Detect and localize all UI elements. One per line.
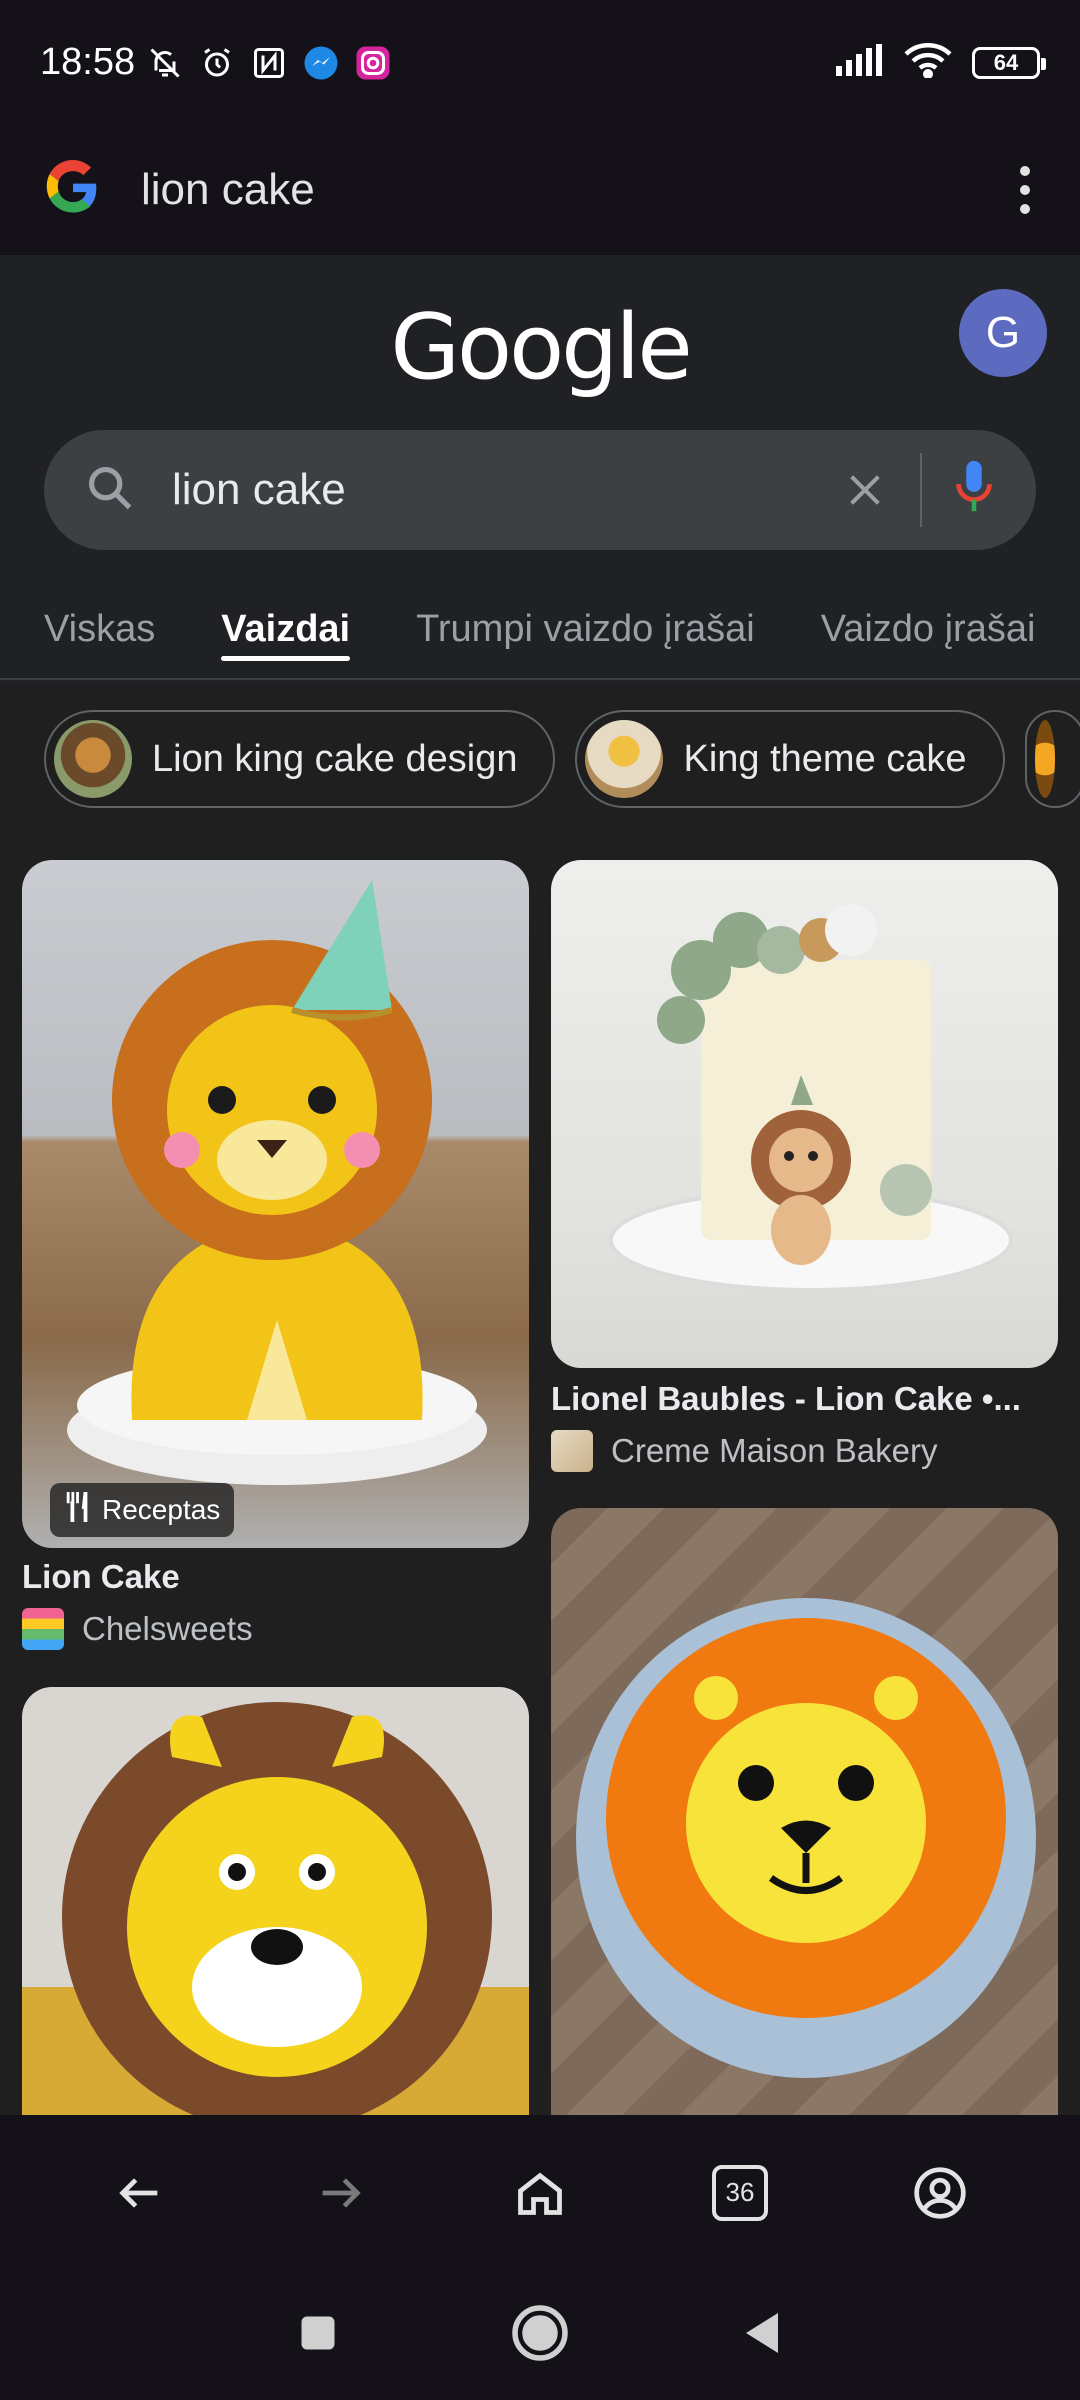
- orange-lion-illustration: [576, 1598, 1036, 2078]
- back-icon[interactable]: [100, 2153, 180, 2233]
- related-chips: Lion king cake design King theme cake: [44, 710, 1080, 810]
- fork-knife-icon: [64, 1491, 92, 1529]
- google-g-icon: [45, 159, 101, 221]
- result-title[interactable]: Lionel Baubles - Lion Cake •...: [551, 1380, 1061, 1418]
- brown-lion-illustration: [22, 1702, 529, 2115]
- google-header: Google G: [0, 255, 1080, 425]
- search-input[interactable]: lion cake: [44, 430, 1036, 550]
- result-image-brown-lion-cake[interactable]: [22, 1687, 529, 2115]
- result-title[interactable]: Lion Cake: [22, 1558, 529, 1596]
- result-source-name: Creme Maison Bakery: [611, 1432, 938, 1469]
- microphone-icon[interactable]: [952, 459, 996, 522]
- account-avatar[interactable]: G: [959, 289, 1047, 377]
- home-circle-icon[interactable]: [510, 2303, 570, 2368]
- chip-label: King theme cake: [683, 737, 967, 780]
- tab-count: 36: [712, 2164, 768, 2221]
- chip-thumbnail: [585, 720, 664, 798]
- chip-king-theme-cake[interactable]: King theme cake: [575, 710, 1005, 808]
- search-icon: [84, 462, 136, 519]
- messenger-icon: [303, 45, 339, 81]
- forward-icon[interactable]: [300, 2153, 380, 2233]
- home-icon[interactable]: [500, 2153, 580, 2233]
- result-source[interactable]: Creme Maison Bakery: [551, 1430, 937, 1472]
- search-query[interactable]: lion cake: [172, 465, 346, 515]
- tab-switcher-button[interactable]: 36: [700, 2153, 780, 2233]
- lion-cake-illustration: [67, 880, 487, 1485]
- battery-indicator: 64: [972, 46, 1046, 79]
- url-query-text: lion cake: [141, 165, 315, 214]
- system-back-icon[interactable]: [740, 2309, 784, 2362]
- chip-label: Lion king cake design: [152, 737, 518, 780]
- result-image-lionel-baubles[interactable]: [551, 860, 1058, 1368]
- recents-icon[interactable]: [296, 2311, 340, 2360]
- google-logo[interactable]: Google: [0, 295, 1080, 400]
- overflow-menu-icon[interactable]: [1015, 166, 1035, 214]
- system-nav-bar: [0, 2270, 1080, 2400]
- result-source[interactable]: Chelsweets: [22, 1608, 253, 1650]
- alarm-icon: [199, 45, 235, 81]
- creme-maison-favicon: [551, 1430, 593, 1472]
- browser-bottom-nav: 36: [0, 2115, 1080, 2270]
- tab-short-videos[interactable]: Trumpi vaizdo įrašai: [416, 580, 755, 678]
- result-image-lion-cake[interactable]: [22, 860, 529, 1548]
- status-bar: 18:58 64: [0, 0, 1080, 125]
- recipe-badge: Receptas: [50, 1483, 235, 1537]
- tab-all[interactable]: Viskas: [44, 580, 155, 678]
- search-divider: [920, 453, 922, 527]
- notification-icons: [147, 45, 391, 81]
- lionel-cake-illustration: [609, 904, 1013, 1292]
- tab-images[interactable]: Vaizdai: [221, 580, 350, 678]
- result-source-name: Chelsweets: [82, 1610, 253, 1647]
- chip-thumbnail: [1034, 720, 1055, 798]
- chip-thumbnail: [54, 720, 132, 798]
- status-time: 18:58: [40, 41, 136, 83]
- recipe-badge-label: Receptas: [102, 1494, 221, 1525]
- chip-lion-king-cake-design[interactable]: Lion king cake design: [44, 710, 556, 808]
- nfc-icon: [251, 45, 287, 81]
- instagram-icon: [355, 45, 391, 81]
- address-bar[interactable]: lion cake: [0, 125, 1080, 255]
- tab-videos[interactable]: Vaizdo įrašai: [821, 580, 1036, 678]
- signal-icon: [836, 44, 884, 81]
- wifi-icon: [904, 42, 952, 83]
- search-tabs: Viskas Vaizdai Trumpi vaizdo įrašai Vaiz…: [0, 580, 1080, 680]
- chip-more[interactable]: [1024, 710, 1080, 808]
- account-icon[interactable]: [900, 2153, 980, 2233]
- result-image-orange-lion-cake[interactable]: [551, 1508, 1058, 2115]
- clear-icon[interactable]: [840, 465, 890, 515]
- bell-off-icon: [147, 45, 183, 81]
- status-right: 64: [836, 42, 1046, 83]
- chelsweets-favicon: [22, 1608, 64, 1650]
